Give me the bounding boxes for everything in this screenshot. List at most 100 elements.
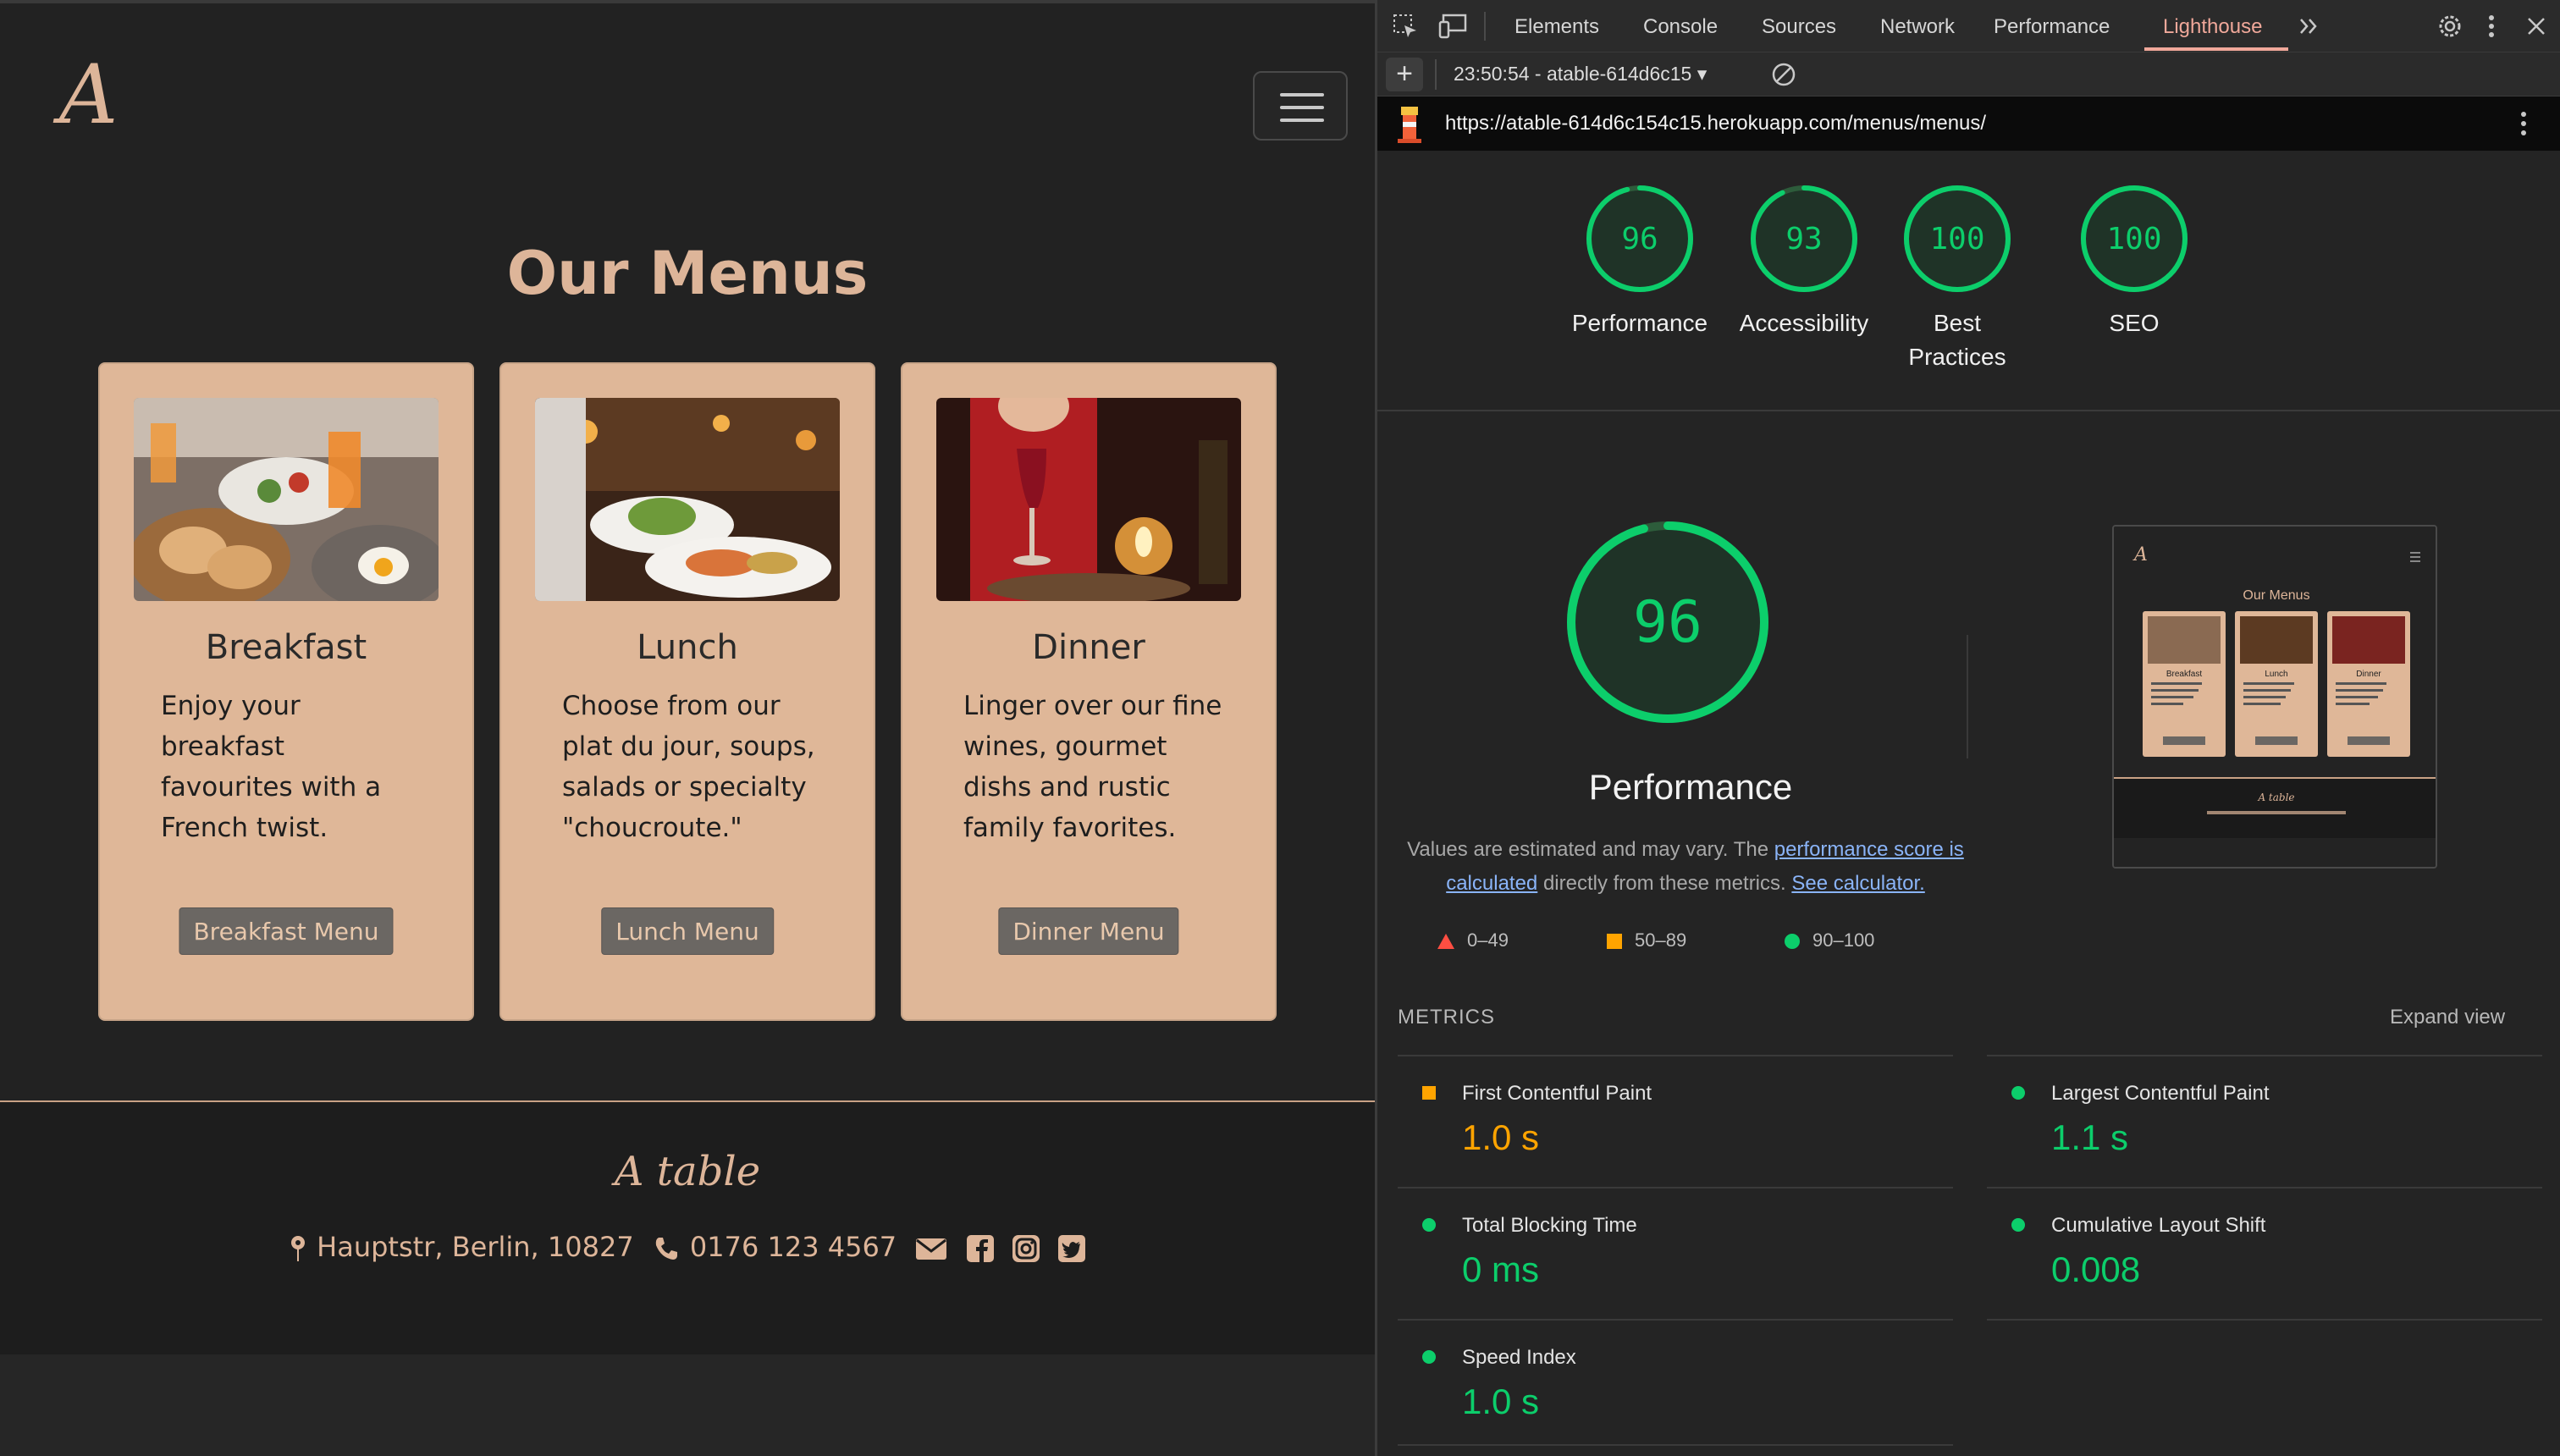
card-description: Enjoy your breakfast favourites with a F…: [161, 691, 382, 843]
tab-console[interactable]: Console: [1643, 15, 1718, 39]
hamburger-menu-button[interactable]: [1253, 71, 1348, 141]
url-more-options-icon[interactable]: [2519, 110, 2529, 141]
more-tabs-chevron-icon[interactable]: [2297, 14, 2322, 43]
score-label: Performance: [1571, 310, 1708, 336]
website-viewport: A Our Menus Breakfast Enjoy your breakfa…: [0, 0, 1375, 1456]
svg-text:A: A: [2132, 544, 2148, 565]
new-report-button[interactable]: +: [1386, 58, 1423, 91]
devtools-tab-bar: Elements Console Sources Network Perform…: [1377, 0, 2560, 52]
metric-value: 0 ms: [1462, 1249, 1540, 1289]
metric-name: First Contentful Paint: [1462, 1082, 1652, 1105]
pass-circle-icon: [2011, 1086, 2025, 1100]
gauge-ring: 100: [1904, 185, 2011, 292]
dinner-image: [936, 398, 1241, 601]
legend-pass: 90–100: [1784, 929, 1874, 951]
score-label: Accessibility: [1739, 310, 1869, 336]
metric-first-contentful-paint: First Contentful Paint 1.0 s: [1398, 1055, 1953, 1187]
card-description: Linger over our fine wines, gourmet dish…: [963, 691, 1222, 843]
metric-cumulative-layout-shift: Cumulative Layout Shift 0.008: [1987, 1187, 2542, 1319]
footer-address: Hauptstr, Berlin, 10827: [317, 1231, 634, 1263]
metric-name: Total Blocking Time: [1462, 1214, 1637, 1237]
site-logo[interactable]: A: [59, 54, 118, 135]
menu-card-breakfast: Breakfast Enjoy your breakfast favourite…: [98, 362, 474, 1021]
close-icon[interactable]: [2525, 15, 2547, 41]
triangle-icon: [1437, 934, 1454, 950]
performance-heading: Performance: [1588, 767, 1793, 807]
lighthouse-toolbar: + 23:50:54 - atable-614d6c15 ▾: [1377, 52, 2560, 97]
svg-text:Breakfast: Breakfast: [2166, 670, 2202, 679]
metric-speed-index: Speed Index 1.0 s: [1398, 1319, 1953, 1446]
score-gauge-accessibility[interactable]: 93 Accessibility: [1719, 183, 1889, 340]
tab-elements[interactable]: Elements: [1514, 15, 1599, 39]
metric-value: 1.0 s: [1462, 1117, 1540, 1157]
score-gauge-seo[interactable]: 100 SEO: [2050, 183, 2219, 340]
page-title: Our Menus: [506, 239, 869, 308]
breakfast-image: [134, 398, 439, 601]
lunch-image: [535, 398, 840, 601]
svg-text:A table: A table: [2257, 791, 2294, 803]
svg-text:100: 100: [1929, 222, 1984, 256]
lighthouse-icon: [1393, 103, 1426, 148]
page-bottom-area: [0, 1354, 1375, 1456]
site-footer: A table Hauptstr, Berlin, 10827 0176 123…: [0, 1100, 1375, 1354]
svg-text:Dinner: Dinner: [2356, 670, 2381, 679]
settings-gear-icon[interactable]: [2436, 12, 2464, 45]
footer-phone: 0176 123 4567: [689, 1231, 897, 1263]
gauge-ring: 93: [1751, 185, 1857, 292]
performance-score-gauge: 96: [1567, 521, 1768, 723]
tab-network[interactable]: Network: [1880, 15, 1955, 39]
inspect-element-icon[interactable]: [1393, 14, 1418, 43]
svg-text:100: 100: [2106, 222, 2161, 256]
twitter-icon[interactable]: [1057, 1231, 1085, 1263]
legend-average: 50–89: [1606, 929, 1686, 951]
pass-circle-icon: [2011, 1218, 2025, 1232]
legend-fail: 0–49: [1437, 929, 1509, 951]
score-gauge-best-practices[interactable]: 100 Best Practices: [1885, 183, 2029, 374]
score-gauge-performance[interactable]: 96 Performance: [1555, 183, 1724, 340]
pass-circle-icon: [1422, 1350, 1436, 1364]
square-icon: [1607, 934, 1622, 950]
metric-name: Speed Index: [1462, 1346, 1576, 1369]
report-url[interactable]: https://atable-614d6c154c15.herokuapp.co…: [1445, 112, 1986, 135]
breakfast-menu-button[interactable]: Breakfast Menu: [179, 907, 394, 955]
lunch-menu-button[interactable]: Lunch Menu: [601, 907, 774, 955]
metric-value: 1.0 s: [1462, 1382, 1540, 1421]
devtools-panel: Elements Console Sources Network Perform…: [1375, 0, 2560, 1456]
pass-circle-icon: [1422, 1218, 1436, 1232]
performance-disclaimer: Values are estimated and may vary. The p…: [1407, 838, 1964, 895]
more-options-icon[interactable]: [2486, 14, 2497, 43]
facebook-icon[interactable]: [966, 1231, 994, 1263]
metric-name: Largest Contentful Paint: [2051, 1082, 2270, 1105]
phone-icon: [653, 1231, 680, 1263]
expand-view-button[interactable]: Expand view: [2390, 1006, 2505, 1029]
tab-sources[interactable]: Sources: [1762, 15, 1836, 39]
menu-card-lunch: Lunch Choose from our plat du jour, soup…: [499, 362, 875, 1021]
menu-icon: [1280, 93, 1324, 97]
report-selector[interactable]: 23:50:54 - atable-614d6c15 ▾: [1454, 63, 1707, 85]
card-title: Breakfast: [205, 628, 367, 667]
svg-text:Lunch: Lunch: [2265, 670, 2287, 679]
svg-text:96: 96: [1621, 222, 1658, 256]
metric-total-blocking-time: Total Blocking Time 0 ms: [1398, 1187, 1953, 1319]
circle-icon: [1785, 934, 1800, 950]
card-title: Lunch: [637, 628, 738, 667]
gauge-ring: 100: [2081, 185, 2188, 292]
see-calculator-link[interactable]: See calculator.: [1791, 872, 1924, 895]
dinner-menu-button[interactable]: Dinner Menu: [998, 907, 1179, 955]
metrics-heading: METRICS: [1398, 1006, 1495, 1029]
vertical-divider: [1967, 635, 1968, 758]
map-pin-icon: [290, 1231, 306, 1263]
card-description: Choose from our plat du jour, soups, sal…: [562, 691, 815, 843]
device-toolbar-icon[interactable]: [1438, 14, 1467, 43]
clear-reports-icon[interactable]: [1770, 61, 1797, 92]
envelope-icon[interactable]: [915, 1231, 947, 1263]
thumb-title: Our Menus: [2243, 588, 2309, 603]
report-url-bar: https://atable-614d6c154c15.herokuapp.co…: [1377, 97, 2560, 151]
tab-lighthouse[interactable]: Lighthouse: [2163, 15, 2262, 39]
instagram-icon[interactable]: [1012, 1231, 1040, 1263]
svg-text:93: 93: [1785, 222, 1822, 256]
final-screenshot-thumbnail[interactable]: A Our Menus Breakfast Lunch Dinner A tab…: [2112, 525, 2437, 869]
metric-largest-contentful-paint: Largest Contentful Paint 1.1 s: [1987, 1055, 2542, 1187]
tab-performance[interactable]: Performance: [1994, 15, 2110, 39]
score-legend: 0–49 50–89 90–100: [1437, 929, 1961, 963]
